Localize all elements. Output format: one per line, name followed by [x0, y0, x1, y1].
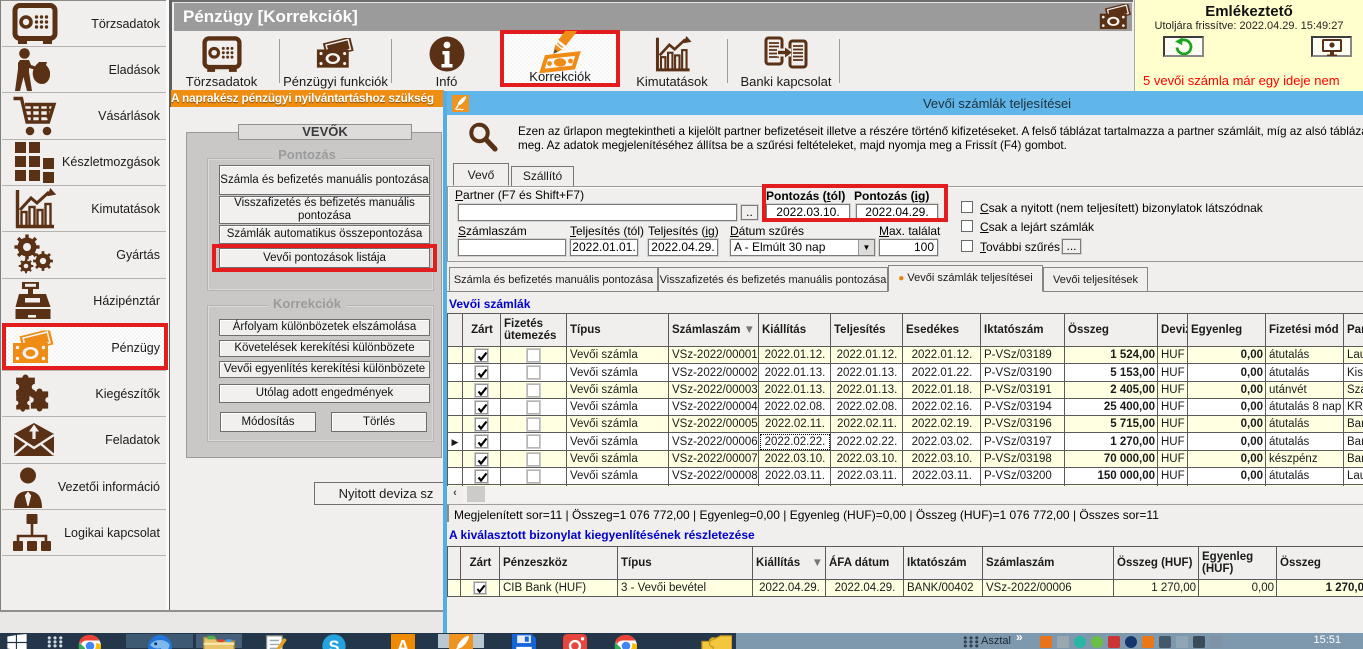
- svg-text:A: A: [397, 637, 410, 649]
- svg-text:S: S: [329, 638, 340, 649]
